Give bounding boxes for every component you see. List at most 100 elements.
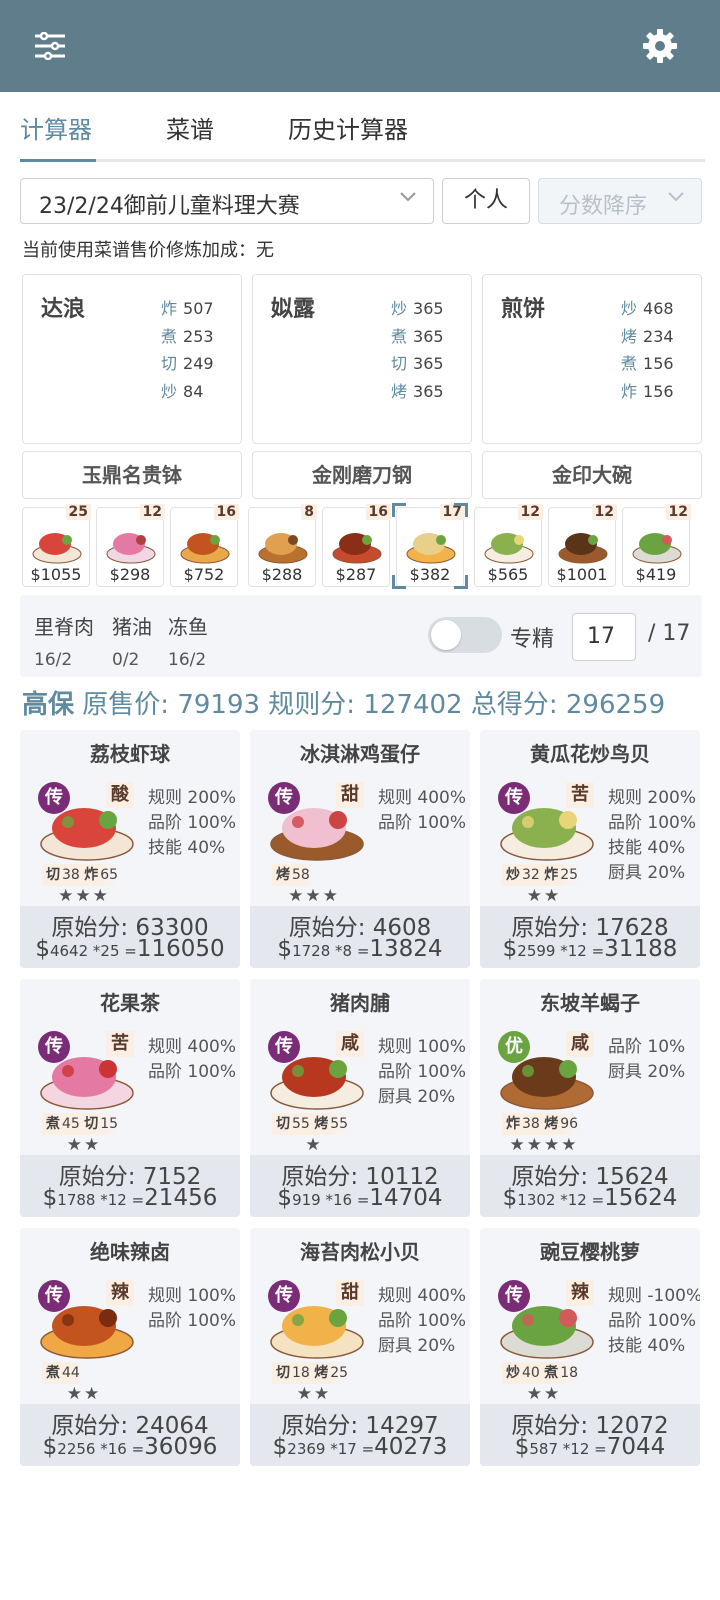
recipe-card[interactable]: 豌豆樱桃萝传 辣炒 40 煮 18 ★★ 规则 -100% 品阶 100% 技能 40% 原始…	[480, 1228, 700, 1466]
chef-card[interactable]: 姒露 炒 365 煮 365 切 365 烤 365	[252, 274, 472, 444]
chef-skill: 炒 468	[621, 299, 674, 318]
recipe-title: 冰淇淋鸡蛋仔	[300, 742, 420, 766]
app-bar	[0, 0, 720, 92]
dish-price: $287	[335, 565, 377, 584]
recipe-skills: 煮 45 切 15	[42, 1113, 123, 1135]
chef-skill: 炸 156	[621, 381, 674, 401]
dish-price: $1055	[30, 565, 82, 584]
dish-thumbnail[interactable]: 12 $1001	[548, 504, 617, 587]
dish-thumbnail[interactable]: 25 $1055	[22, 504, 91, 587]
recipe-title: 荔枝虾球	[90, 742, 170, 766]
score-calc: $2599 *12 =31188	[502, 936, 678, 962]
recipe-card[interactable]: 海苔肉松小贝传 甜切 18 烤 25 ★★ 规则 400% 品阶 100% 厨具 20% 原始…	[250, 1228, 470, 1466]
dish-thumbnail[interactable]: 16 $752	[170, 504, 239, 587]
recipe-title: 绝味辣卤	[90, 1240, 170, 1264]
price-label: 原售价:	[82, 690, 170, 720]
star-rating: ★★★★	[509, 1135, 579, 1155]
tab-calculator[interactable]: 计算器	[20, 110, 92, 145]
recipe-title: 东坡羊蝎子	[540, 991, 640, 1015]
chef-card[interactable]: 达浪 炸 507 煮 253 切 249 炒 84	[22, 274, 242, 444]
bonus-line: 厨具 20%	[608, 1062, 686, 1082]
taste-badge: 咸	[566, 1031, 594, 1057]
recipe-card[interactable]: 东坡羊蝎子优 咸炸 38 烤 96 ★★★★ 品阶 10% 厨具 20% 原始分: 1562…	[480, 979, 700, 1217]
ingredient-panel: 里脊肉 16/2 猪油 0/2 冻鱼 16/2 专精 17 / 17	[20, 595, 702, 677]
dish-thumbnail[interactable]: 12 $565	[474, 504, 543, 587]
rule-label: 规则分:	[268, 690, 356, 720]
score-calc: $919 *16 =14704	[277, 1185, 443, 1211]
equipment-button[interactable]: 金刚磨刀钢	[252, 451, 472, 499]
score-footer: 原始分: 10112 $919 *16 =14704	[250, 1155, 470, 1217]
rarity-badge: 传	[268, 1280, 300, 1312]
sort-select-value: 分数降序	[559, 194, 648, 219]
bonus-list: 规则 400% 品阶 100%	[148, 1035, 236, 1085]
equipment-button[interactable]: 金印大碗	[482, 451, 702, 499]
chef-skills: 炒 468 烤 234 煮 156 炸 156	[621, 295, 674, 405]
bonus-list: 品阶 10% 厨具 20%	[608, 1035, 685, 1085]
tab-recipes[interactable]: 菜谱	[166, 110, 214, 145]
score-calc: $1728 *8 =13824	[277, 936, 443, 962]
dish-thumbnail[interactable]: 8 $288	[248, 504, 317, 587]
chef-skills: 炒 365 煮 365 切 365 烤 365	[391, 295, 444, 405]
recipe-card[interactable]: 冰淇淋鸡蛋仔传 甜烤 58 ★★★ 规则 400% 品阶 100% 原始分: 4608 $1…	[250, 730, 470, 968]
bonus-line: 技能 40%	[608, 1336, 686, 1356]
equipment-button[interactable]: 玉鼎名贵钵	[22, 451, 242, 499]
star-rating: ★★	[66, 1135, 102, 1155]
bonus-list: 规则 400% 品阶 100%	[378, 786, 466, 836]
recipe-card[interactable]: 绝味辣卤传 辣煮 44 ★★ 规则 100% 品阶 100% 原始分: 24064 $225…	[20, 1228, 240, 1466]
contest-select-value: 23/2/24御前儿童料理大赛	[39, 194, 300, 219]
bonus-line: 厨具 20%	[378, 1087, 456, 1107]
chef-card[interactable]: 煎饼 炒 468 烤 234 煮 156 炸 156	[482, 274, 702, 444]
dish-thumbnail[interactable]: 12 $298	[96, 504, 165, 587]
bonus-line: 规则 400%	[148, 1037, 237, 1057]
dish-count-badge: 16	[365, 504, 391, 520]
chef-skill: 煮 156	[621, 354, 674, 373]
dish-thumbnail[interactable]: 12 $419	[622, 504, 691, 587]
bonus-line: 品阶 10%	[608, 1037, 686, 1057]
chef-skill: 煮 253	[161, 326, 214, 346]
recipe-card[interactable]: 花果茶传 苦煮 45 切 15 ★★ 规则 400% 品阶 100% 原始分: 7152 $1…	[20, 979, 240, 1217]
taste-badge: 辣	[106, 1280, 134, 1306]
price-value: 79193	[177, 690, 261, 720]
dish-image-icon	[406, 533, 456, 564]
score-summary: 高保 原售价: 79193 规则分: 127402 总得分: 296259	[22, 684, 665, 721]
score-footer: 原始分: 12072 $587 *12 =7044	[480, 1404, 700, 1466]
mode-personal-button[interactable]: 个人	[442, 178, 530, 224]
dish-price: $419	[635, 565, 677, 584]
star-rating: ★★	[526, 886, 562, 906]
ingredient: 冻鱼 16/2	[168, 615, 208, 670]
recipe-card[interactable]: 黄瓜花炒鸟贝传 苦炒 32 炸 25 ★★ 规则 200% 品阶 100% 技能 40% 厨具…	[480, 730, 700, 968]
specialize-toggle[interactable]	[428, 617, 502, 653]
recipe-card[interactable]: 荔枝虾球传 酸切 38 炸 65 ★★★ 规则 200% 品阶 100% 技能 40% 原始分…	[20, 730, 240, 968]
chef-skill: 炒 84	[161, 381, 204, 401]
rarity-badge: 传	[38, 1031, 70, 1063]
specialize-input[interactable]: 17	[572, 613, 636, 661]
dish-thumbnail[interactable]: 16 $287	[322, 504, 391, 587]
star-rating: ★★★	[58, 886, 110, 906]
dish-image-icon	[180, 533, 230, 564]
score-calc: $4642 *25 =116050	[35, 936, 225, 962]
tab-history-calculator[interactable]: 历史计算器	[288, 110, 408, 145]
taste-badge: 辣	[566, 1280, 594, 1306]
ingredient: 猪油 0/2	[112, 615, 152, 670]
bonus-line: 规则 -100%	[608, 1286, 700, 1306]
gear-icon[interactable]	[636, 22, 684, 70]
dish-price: $288	[261, 565, 303, 584]
chef-skill: 炒 365	[391, 299, 444, 318]
bonus-line: 品阶 100%	[378, 1311, 467, 1331]
sliders-icon[interactable]	[26, 22, 74, 70]
bonus-line: 规则 100%	[148, 1286, 237, 1306]
score-calc: $2369 *17 =40273	[272, 1434, 448, 1460]
contest-select[interactable]: 23/2/24御前儿童料理大赛	[20, 178, 434, 224]
bonus-line: 规则 200%	[148, 788, 237, 808]
star-rating: ★	[305, 1135, 323, 1155]
bonus-line: 规则 100%	[378, 1037, 467, 1057]
score-footer: 原始分: 7152 $1788 *12 =21456	[20, 1155, 240, 1217]
chef-skills: 炸 507 煮 253 切 249 炒 84	[161, 295, 214, 405]
recipe-card[interactable]: 猪肉脯传 咸切 55 烤 55 ★ 规则 100% 品阶 100% 厨具 20% 原始分: 1…	[250, 979, 470, 1217]
score-footer: 原始分: 15624 $1302 *12 =15624	[480, 1155, 700, 1217]
bonus-line: 技能 40%	[608, 838, 686, 858]
tab-indicator	[20, 159, 96, 162]
star-rating: ★★	[66, 1384, 102, 1404]
sort-select[interactable]: 分数降序	[538, 178, 702, 224]
recipe-skills: 切 18 烤 25	[272, 1362, 353, 1384]
